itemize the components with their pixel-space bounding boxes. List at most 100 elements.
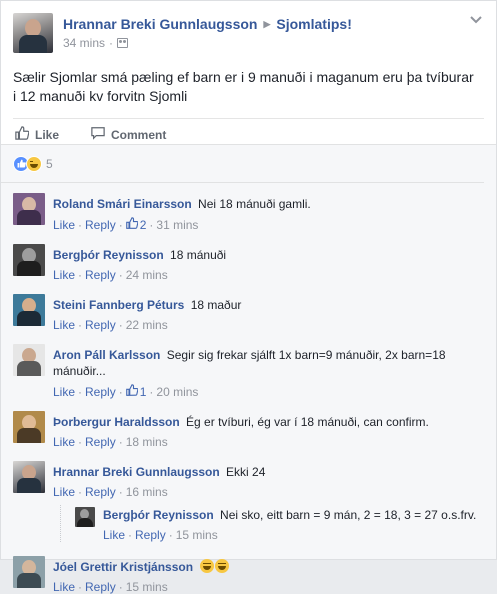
comment-text-line: Steini Fannberg Péturs 18 maður <box>53 297 484 313</box>
comment-like-count[interactable]: 2 <box>125 217 146 232</box>
reply-comment: Bergþór Reynisson Nei sko, eitt barn = 9… <box>75 505 496 542</box>
commenter-avatar[interactable] <box>13 344 45 376</box>
triangle-right-icon: ▶ <box>263 18 271 29</box>
comment-like-link[interactable]: Like <box>53 385 75 399</box>
separator-dot: · <box>118 580 123 594</box>
post-timestamp[interactable]: 34 mins <box>63 36 105 50</box>
separator-dot: · <box>149 384 154 399</box>
comment-reply-link[interactable]: Reply <box>85 485 116 499</box>
group-name[interactable]: Sjomlatips! <box>276 16 351 32</box>
comment: Hrannar Breki Gunnlaugsson Ekki 24 Like … <box>13 461 496 499</box>
separator-dot: · <box>118 384 123 399</box>
commenter-avatar[interactable] <box>13 411 45 443</box>
comment-author[interactable]: Aron Páll Karlsson <box>53 348 160 362</box>
comment-text-line: Hrannar Breki Gunnlaugsson Ekki 24 <box>53 464 484 480</box>
comment-text: Nei 18 mánuði gamli. <box>198 197 311 211</box>
comment-like-link[interactable]: Like <box>53 580 75 594</box>
separator-dot: · <box>78 318 83 332</box>
comment-like-link[interactable]: Like <box>53 435 75 449</box>
like-button[interactable]: Like <box>15 126 59 143</box>
comment-like-link[interactable]: Like <box>103 528 125 542</box>
thumbs-up-icon <box>125 217 139 232</box>
comment-timestamp[interactable]: 31 mins <box>156 218 198 232</box>
comment: Bergþór Reynisson 18 mánuði Like · Reply… <box>13 244 496 282</box>
comment: Þorbergur Haraldsson Ég er tvíburi, ég v… <box>13 411 496 449</box>
comment-author[interactable]: Hrannar Breki Gunnlaugsson <box>53 465 220 479</box>
comment-reply-link[interactable]: Reply <box>85 435 116 449</box>
separator-dot: · <box>118 318 123 332</box>
post-author-name[interactable]: Hrannar Breki Gunnlaugsson <box>63 16 257 32</box>
post-subline: 34 mins · <box>63 36 352 50</box>
separator-dot: · <box>78 217 83 232</box>
comment-author[interactable]: Steini Fannberg Péturs <box>53 298 184 312</box>
comment-button[interactable]: Comment <box>91 126 166 143</box>
separator-dot: · <box>109 36 114 50</box>
comment-author[interactable]: Roland Smári Einarsson <box>53 197 192 211</box>
post-card: Hrannar Breki Gunnlaugsson ▶ Sjomlatips!… <box>0 0 497 594</box>
comment-reply-link[interactable]: Reply <box>85 580 116 594</box>
separator-dot: · <box>118 217 123 232</box>
comment-actions: Like · Reply · 24 mins <box>53 268 484 282</box>
comment-actions: Like · Reply · 18 mins <box>53 435 484 449</box>
comment-text-line: Aron Páll Karlsson Segir sig frekar sjál… <box>53 347 484 379</box>
comment-like-link[interactable]: Like <box>53 218 75 232</box>
comment-reply-link[interactable]: Reply <box>85 385 116 399</box>
separator-dot: · <box>78 268 83 282</box>
post-author-avatar[interactable] <box>13 13 53 53</box>
comment-text-line: Þorbergur Haraldsson Ég er tvíburi, ég v… <box>53 414 484 430</box>
reaction-icons <box>13 155 42 172</box>
comment-timestamp[interactable]: 15 mins <box>126 580 168 594</box>
commenter-avatar[interactable] <box>13 193 45 225</box>
comment-author[interactable]: Þorbergur Haraldsson <box>53 415 180 429</box>
separator-dot: · <box>78 435 83 449</box>
like-button-label: Like <box>35 127 60 142</box>
reaction-count[interactable]: 5 <box>46 157 53 171</box>
commenter-avatar[interactable] <box>13 461 45 493</box>
commenter-avatar[interactable] <box>13 556 45 588</box>
comment-timestamp[interactable]: 16 mins <box>126 485 168 499</box>
commenter-avatar[interactable] <box>13 294 45 326</box>
post: Hrannar Breki Gunnlaugsson ▶ Sjomlatips!… <box>1 1 496 150</box>
comment-timestamp[interactable]: 24 mins <box>126 268 168 282</box>
comment-timestamp[interactable]: 18 mins <box>126 435 168 449</box>
commenter-avatar[interactable] <box>13 244 45 276</box>
comment-actions: Like · Reply · 16 mins <box>53 485 484 499</box>
comment-reply-link[interactable]: Reply <box>85 268 116 282</box>
comment-icon <box>91 126 105 143</box>
comment-timestamp[interactable]: 22 mins <box>126 318 168 332</box>
comment-actions: Like · Reply · 22 mins <box>53 318 484 332</box>
comment-reply-link[interactable]: Reply <box>85 318 116 332</box>
reply-thread: Bergþór Reynisson Nei sko, eitt barn = 9… <box>60 505 496 542</box>
comment-text: Ekki 24 <box>226 465 266 479</box>
comment-text: Ég er tvíburi, ég var í 18 mánuði, can c… <box>186 415 429 429</box>
reactions-summary[interactable]: 5 <box>1 145 484 183</box>
chevron-down-icon[interactable] <box>470 13 482 27</box>
separator-dot: · <box>128 528 133 542</box>
comment-text: 18 maður <box>190 298 242 312</box>
comment-reply-link[interactable]: Reply <box>85 218 116 232</box>
comment-author[interactable]: Bergþór Reynisson <box>53 248 164 262</box>
post-text: Sælir Sjomlar smá pæling ef barn er i 9 … <box>13 69 474 104</box>
group-audience-icon <box>117 38 129 48</box>
comment-author[interactable]: Bergþór Reynisson <box>103 508 214 522</box>
comments-section: 5 Roland Smári Einarsson Nei 18 mánuði g… <box>1 144 496 594</box>
separator-dot: · <box>78 580 83 594</box>
comment-like-count[interactable]: 1 <box>125 384 146 399</box>
comment-timestamp[interactable]: 20 mins <box>156 385 198 399</box>
thumbs-up-icon <box>125 384 139 399</box>
comment-timestamp[interactable]: 15 mins <box>176 528 218 542</box>
separator-dot: · <box>118 435 123 449</box>
commenter-avatar[interactable] <box>75 507 95 527</box>
thumbs-up-icon <box>15 126 30 143</box>
separator-dot: · <box>168 528 173 542</box>
laughing-emoji-icon <box>215 559 230 573</box>
comment-like-link[interactable]: Like <box>53 485 75 499</box>
comment: Jóel Grettir Kristjánsson Like · Reply ·… <box>13 556 496 594</box>
comment: Roland Smári Einarsson Nei 18 mánuði gam… <box>13 193 496 232</box>
comment-text-line: Bergþór Reynisson 18 mánuði <box>53 247 484 263</box>
comment-author[interactable]: Jóel Grettir Kristjánsson <box>53 560 193 574</box>
comment-reply-link[interactable]: Reply <box>135 528 166 542</box>
comment-like-link[interactable]: Like <box>53 318 75 332</box>
comment-list: Roland Smári Einarsson Nei 18 mánuði gam… <box>1 193 496 594</box>
comment-like-link[interactable]: Like <box>53 268 75 282</box>
